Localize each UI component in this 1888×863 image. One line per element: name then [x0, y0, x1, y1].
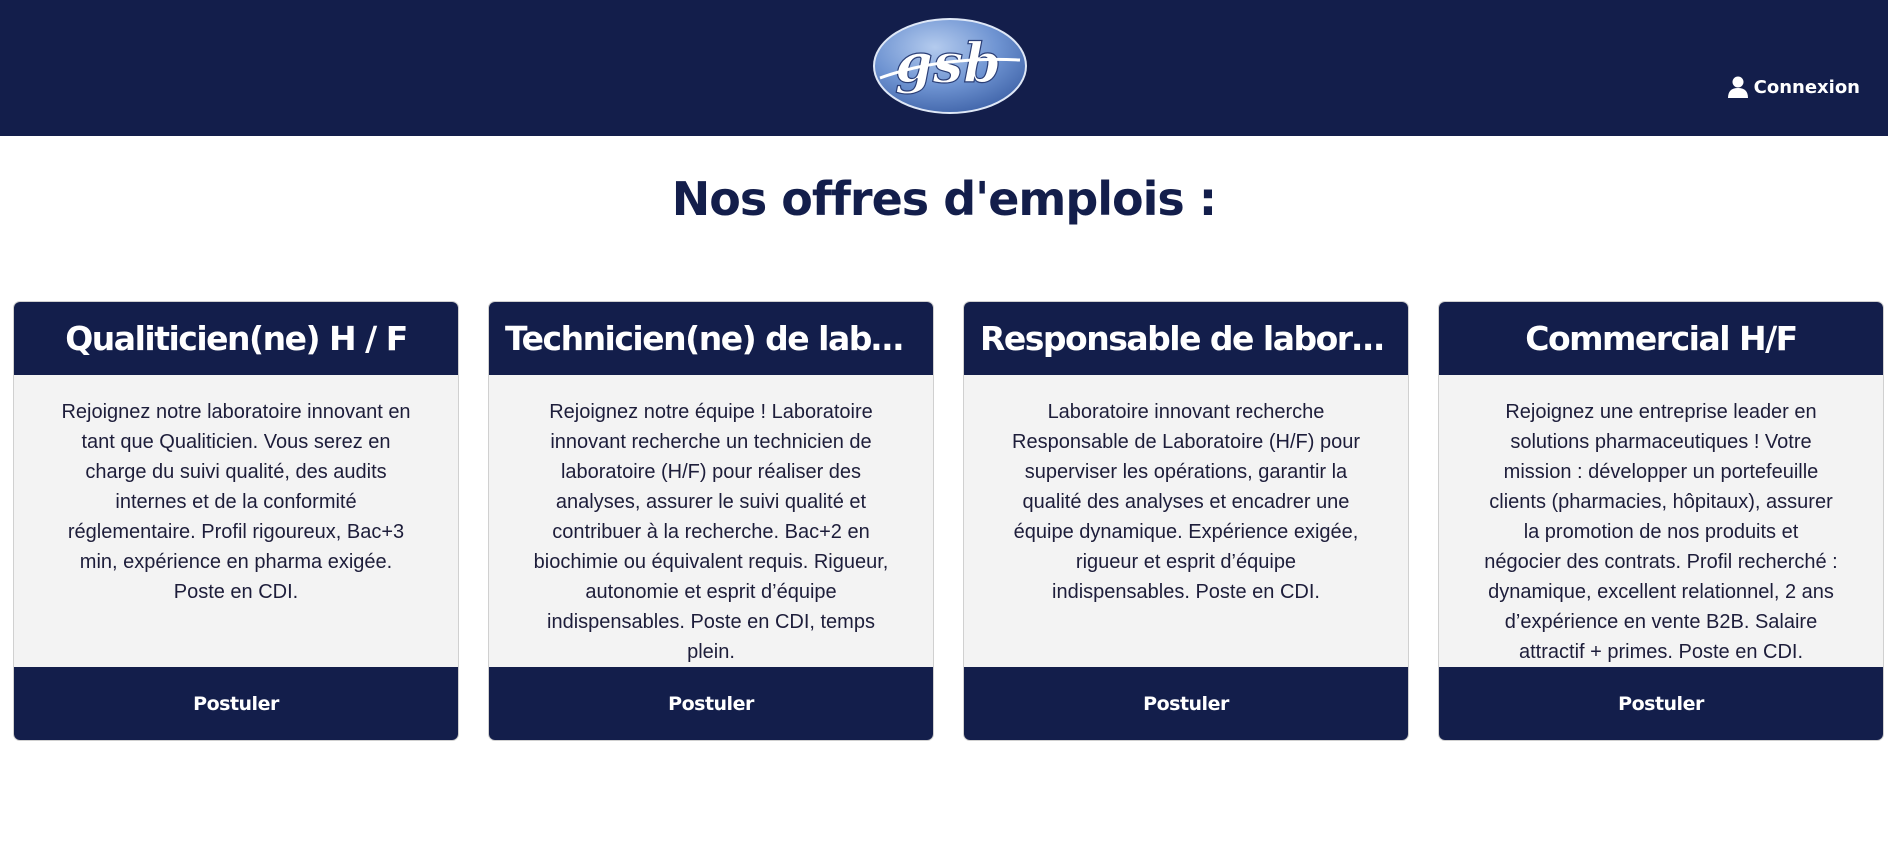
job-offer-title: Commercial H/F	[1439, 302, 1883, 375]
apply-button[interactable]: Postuler	[14, 667, 458, 740]
job-offer-description: Laboratoire innovant recherche Responsab…	[1012, 401, 1360, 603]
job-offer-title: Technicien(ne) de laborat...	[489, 302, 933, 375]
job-offer-description: Rejoignez une entreprise leader en solut…	[1484, 401, 1838, 663]
apply-button[interactable]: Postuler	[489, 667, 933, 740]
user-icon	[1727, 76, 1748, 98]
job-offer-description: Rejoignez notre laboratoire innovant en …	[61, 401, 411, 603]
job-offers-list: Qualiticien(ne) H / F Rejoignez notre la…	[14, 302, 1883, 740]
apply-button[interactable]: Postuler	[1439, 667, 1883, 740]
gsb-logo[interactable]: gsb	[870, 16, 1030, 116]
job-offer-card: Qualiticien(ne) H / F Rejoignez notre la…	[14, 302, 458, 740]
job-offer-card: Technicien(ne) de laborat... Rejoignez n…	[489, 302, 933, 740]
job-offer-card: Commercial H/F Rejoignez une entreprise …	[1439, 302, 1883, 740]
job-offer-card: Responsable de laboratoi... Laboratoire …	[964, 302, 1408, 740]
login-label: Connexion	[1753, 76, 1860, 98]
login-link[interactable]: Connexion	[1727, 76, 1860, 98]
job-offer-description: Rejoignez notre équipe ! Laboratoire inn…	[533, 401, 889, 663]
job-offer-title: Qualiticien(ne) H / F	[14, 302, 458, 375]
job-offer-title: Responsable de laboratoi...	[964, 302, 1408, 375]
page-title: Nos offres d'emplois :	[671, 172, 1217, 226]
site-header: gsb Connexion	[0, 0, 1888, 136]
apply-button[interactable]: Postuler	[964, 667, 1408, 740]
